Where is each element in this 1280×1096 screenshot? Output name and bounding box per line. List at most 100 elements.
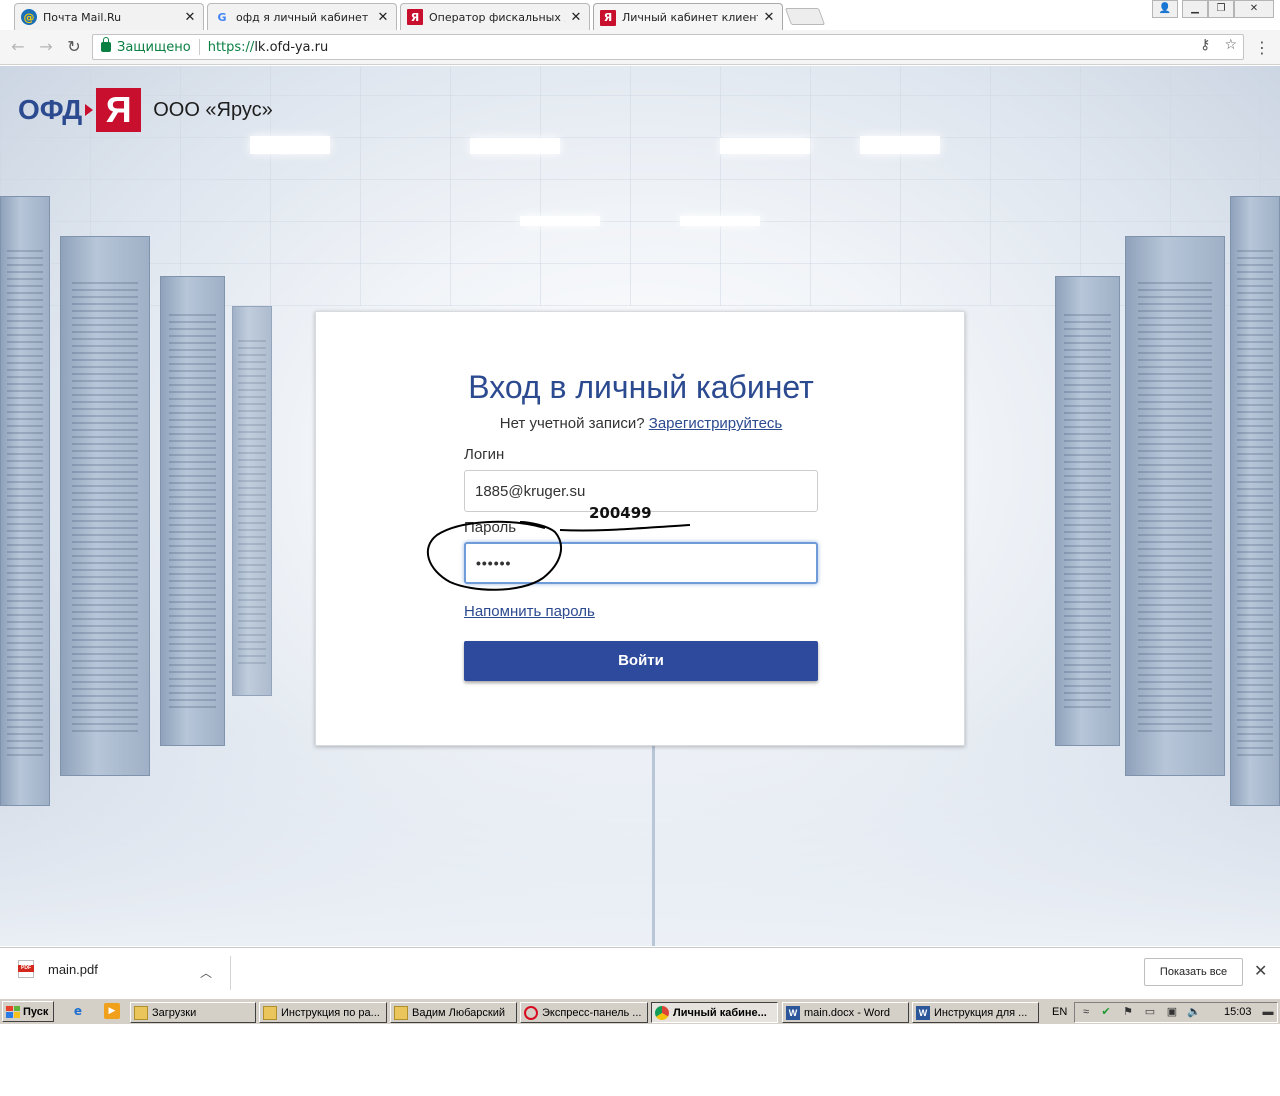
login-title: Вход в личный кабинет — [468, 369, 814, 405]
task-label: Личный кабине... — [673, 1006, 767, 1019]
taskbar-item-downloads[interactable]: Загрузки — [130, 1002, 256, 1023]
task-label: Инструкция по ра... — [281, 1006, 380, 1019]
tab-title: Личный кабинет клиента — [622, 11, 758, 24]
browser-toolbar: ← → ↻ Защищено https:// lk.ofd-ya.ru ⚷ ☆… — [0, 30, 1280, 65]
logo-ofd-text: ОФД — [18, 94, 83, 125]
ofd-ya-icon: Я — [407, 9, 423, 25]
show-all-button[interactable]: Показать все — [1144, 958, 1243, 986]
tab-title: офд я личный кабинет - П — [236, 10, 372, 24]
task-label: main.docx - Word — [804, 1006, 890, 1019]
minimize-button[interactable]: ▁ — [1182, 0, 1208, 18]
flag-icon[interactable]: ⚑ — [1121, 1005, 1135, 1019]
ceiling-light — [470, 138, 560, 154]
windows-taskbar: Пуск e ▶ Загрузки Инструкция по ра... Ва… — [0, 998, 1280, 1024]
server-rack — [232, 306, 272, 696]
new-tab-button[interactable] — [784, 8, 826, 25]
company-name: ООО «Ярус» — [153, 98, 273, 121]
logo-ya-mark: Я — [96, 88, 142, 132]
task-label: Экспресс-панель ... — [542, 1006, 642, 1019]
ceiling-light — [680, 216, 760, 226]
system-tray: ≈ ✔ ⚑ ▭ ▣ 🔈 15:03 ▬ — [1074, 1002, 1278, 1023]
close-icon[interactable]: ✕ — [376, 10, 390, 25]
tab-ofd-operator[interactable]: Я Оператор фискальных да ✕ — [400, 3, 590, 30]
usb-device-icon[interactable]: ▭ — [1143, 1005, 1157, 1019]
logo-arrow-icon — [85, 104, 94, 116]
forward-button[interactable]: → — [36, 37, 56, 57]
word-icon: W — [786, 1005, 800, 1020]
ceiling-light — [860, 136, 940, 154]
task-label: Загрузки — [152, 1006, 197, 1019]
reload-button[interactable]: ↻ — [64, 37, 84, 57]
ceiling-light — [250, 136, 330, 154]
taskbar-item-word-main[interactable]: W main.docx - Word — [782, 1002, 909, 1023]
address-bar[interactable]: Защищено https:// lk.ofd-ya.ru ⚷ ☆ — [92, 34, 1244, 60]
chevron-up-icon[interactable]: ≈ — [1079, 1005, 1093, 1019]
server-rack — [0, 196, 50, 806]
bookmark-star-icon[interactable]: ☆ — [1224, 37, 1237, 53]
windows-logo-icon — [6, 1005, 20, 1018]
opera-icon — [524, 1005, 538, 1020]
login-label: Логин — [464, 446, 505, 463]
close-icon[interactable]: ✕ — [762, 10, 776, 25]
password-input[interactable]: •••••• — [464, 542, 818, 584]
taskbar-item-opera[interactable]: Экспресс-панель ... — [520, 1002, 648, 1023]
password-label: Пароль — [464, 519, 517, 536]
restore-button[interactable]: ❐ — [1208, 0, 1234, 18]
url-host: lk.ofd-ya.ru — [254, 39, 329, 55]
tab-title: Оператор фискальных да — [429, 10, 565, 24]
word-icon: W — [916, 1005, 930, 1020]
login-button[interactable]: Войти — [464, 641, 818, 681]
taskbar-item-word-instructions[interactable]: W Инструкция для ... — [912, 1002, 1039, 1023]
tab-google-search[interactable]: G офд я личный кабинет - П ✕ — [207, 3, 397, 30]
speaker-icon[interactable]: 🔈 — [1187, 1005, 1201, 1019]
remind-password-link[interactable]: Напомнить пароль — [464, 603, 595, 620]
login-value: 1885@kruger.su — [475, 482, 586, 500]
url-scheme: https:// — [207, 39, 255, 55]
chrome-icon — [655, 1005, 669, 1020]
download-item[interactable]: main.pdf — [18, 960, 98, 978]
taskbar-item-instructions-folder[interactable]: Инструкция по ра... — [259, 1002, 387, 1023]
close-icon[interactable]: ✕ — [1254, 961, 1267, 980]
folder-icon — [134, 1005, 148, 1020]
no-account-text: Нет учетной записи? — [499, 415, 645, 432]
tab-title: Почта Mail.Ru — [43, 10, 122, 24]
download-file-name: main.pdf — [48, 961, 98, 977]
security-icon[interactable]: ✔ — [1099, 1005, 1113, 1019]
close-icon[interactable]: ✕ — [183, 10, 197, 25]
mail-ru-icon: @ — [21, 9, 37, 25]
server-rack — [60, 236, 150, 776]
close-icon[interactable]: ✕ — [569, 10, 583, 25]
lock-icon — [101, 37, 111, 52]
server-rack — [1230, 196, 1280, 806]
start-button[interactable]: Пуск — [2, 1001, 54, 1022]
tab-mail-ru[interactable]: @ Почта Mail.Ru ✕ — [14, 3, 204, 30]
media-player-icon[interactable]: ▶ — [104, 1003, 120, 1019]
divider — [198, 39, 200, 55]
register-link[interactable]: Зарегистрируйтесь — [649, 415, 782, 432]
ofd-ya-logo[interactable]: ОФД Я ООО «Ярус» — [18, 88, 273, 132]
taskbar-item-chrome[interactable]: Личный кабине... — [651, 1002, 778, 1023]
ofd-ya-icon: Я — [600, 9, 616, 26]
ceiling-light — [520, 216, 600, 226]
ceiling-light — [720, 138, 810, 154]
handwritten-password-note: 200499 — [589, 504, 652, 522]
server-rack — [1125, 236, 1225, 776]
menu-icon[interactable]: ⋮ — [1254, 38, 1270, 57]
taskbar-item-vadim-folder[interactable]: Вадим Любарский — [390, 1002, 517, 1023]
server-rack — [1055, 276, 1120, 746]
clock[interactable]: 15:03 — [1224, 1006, 1252, 1018]
show-desktop-icon[interactable]: ▬ — [1261, 1005, 1275, 1019]
language-indicator[interactable]: EN — [1052, 1006, 1067, 1018]
password-value: •••••• — [476, 555, 512, 571]
network-icon[interactable]: ▣ — [1165, 1005, 1179, 1019]
key-icon[interactable]: ⚷ — [1200, 37, 1210, 53]
profile-icon[interactable]: 👤 — [1152, 0, 1178, 18]
back-button[interactable]: ← — [8, 37, 28, 57]
close-window-button[interactable]: ✕ — [1234, 0, 1274, 18]
internet-explorer-icon[interactable]: e — [70, 1003, 86, 1019]
pdf-file-icon — [18, 960, 34, 978]
chevron-up-icon[interactable]: ︿ — [200, 964, 212, 981]
tab-personal-account[interactable]: Я Личный кабинет клиента ✕ — [593, 3, 783, 31]
tab-strip: @ Почта Mail.Ru ✕ G офд я личный кабинет… — [0, 0, 1280, 31]
google-icon: G — [217, 10, 227, 24]
